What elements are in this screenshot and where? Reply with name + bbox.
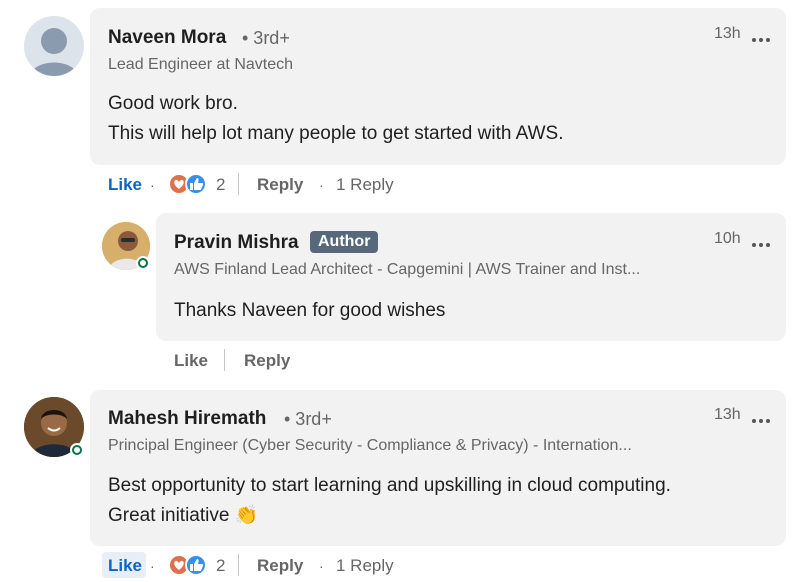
comment-text-line: This will help lot many people to get st…	[108, 123, 564, 144]
commenter-headline: Principal Engineer (Cyber Security - Com…	[108, 437, 632, 454]
connection-degree: • 3rd+	[242, 28, 290, 48]
replies-count-link[interactable]: 1 Reply	[336, 175, 394, 195]
divider	[238, 554, 239, 576]
commenter-name[interactable]: Naveen Mora	[108, 27, 226, 49]
reaction-count[interactable]: 2	[216, 556, 225, 576]
like-button[interactable]: Like	[108, 175, 142, 195]
comment-text-line: Good work bro.	[108, 93, 238, 114]
comment-text-line: Thanks Naveen for good wishes	[174, 300, 446, 321]
like-button[interactable]: Like	[108, 556, 142, 576]
online-status-icon	[70, 443, 84, 457]
connection-degree: • 3rd+	[284, 409, 332, 429]
separator-dot: ·	[150, 177, 155, 193]
separator-dot: ·	[319, 177, 324, 193]
comment-text-line: Best opportunity to start learning and u…	[108, 475, 671, 496]
reactions-icon[interactable]	[168, 173, 208, 195]
commenter-headline: AWS Finland Lead Architect - Capgemini |…	[174, 261, 641, 278]
more-options-icon[interactable]	[752, 234, 774, 247]
replies-count-link[interactable]: 1 Reply	[336, 556, 394, 576]
comment-text-line: Great initiative 👏	[108, 505, 259, 526]
commenter-name[interactable]: Pravin Mishra	[174, 232, 299, 254]
reply-button[interactable]: Reply	[257, 556, 303, 576]
separator-dot: ·	[319, 558, 324, 574]
reply-button[interactable]: Reply	[257, 175, 303, 195]
reactions-icon[interactable]	[168, 554, 208, 576]
person-placeholder-icon	[30, 28, 78, 76]
online-status-icon	[136, 256, 150, 270]
commenter-name[interactable]: Mahesh Hiremath	[108, 408, 266, 430]
reply-button[interactable]: Reply	[244, 351, 290, 371]
separator-dot: ·	[150, 558, 155, 574]
more-options-icon[interactable]	[752, 29, 774, 42]
reaction-count[interactable]: 2	[216, 175, 225, 195]
more-options-icon[interactable]	[752, 410, 774, 423]
avatar-naveen[interactable]	[24, 16, 84, 76]
comment-timestamp: 10h	[714, 230, 741, 247]
comment-timestamp: 13h	[714, 25, 741, 42]
like-button[interactable]: Like	[174, 351, 208, 371]
divider	[224, 349, 225, 371]
author-badge: Author	[310, 231, 379, 253]
divider	[238, 173, 239, 195]
comment-timestamp: 13h	[714, 406, 741, 423]
commenter-headline: Lead Engineer at Navtech	[108, 56, 294, 73]
